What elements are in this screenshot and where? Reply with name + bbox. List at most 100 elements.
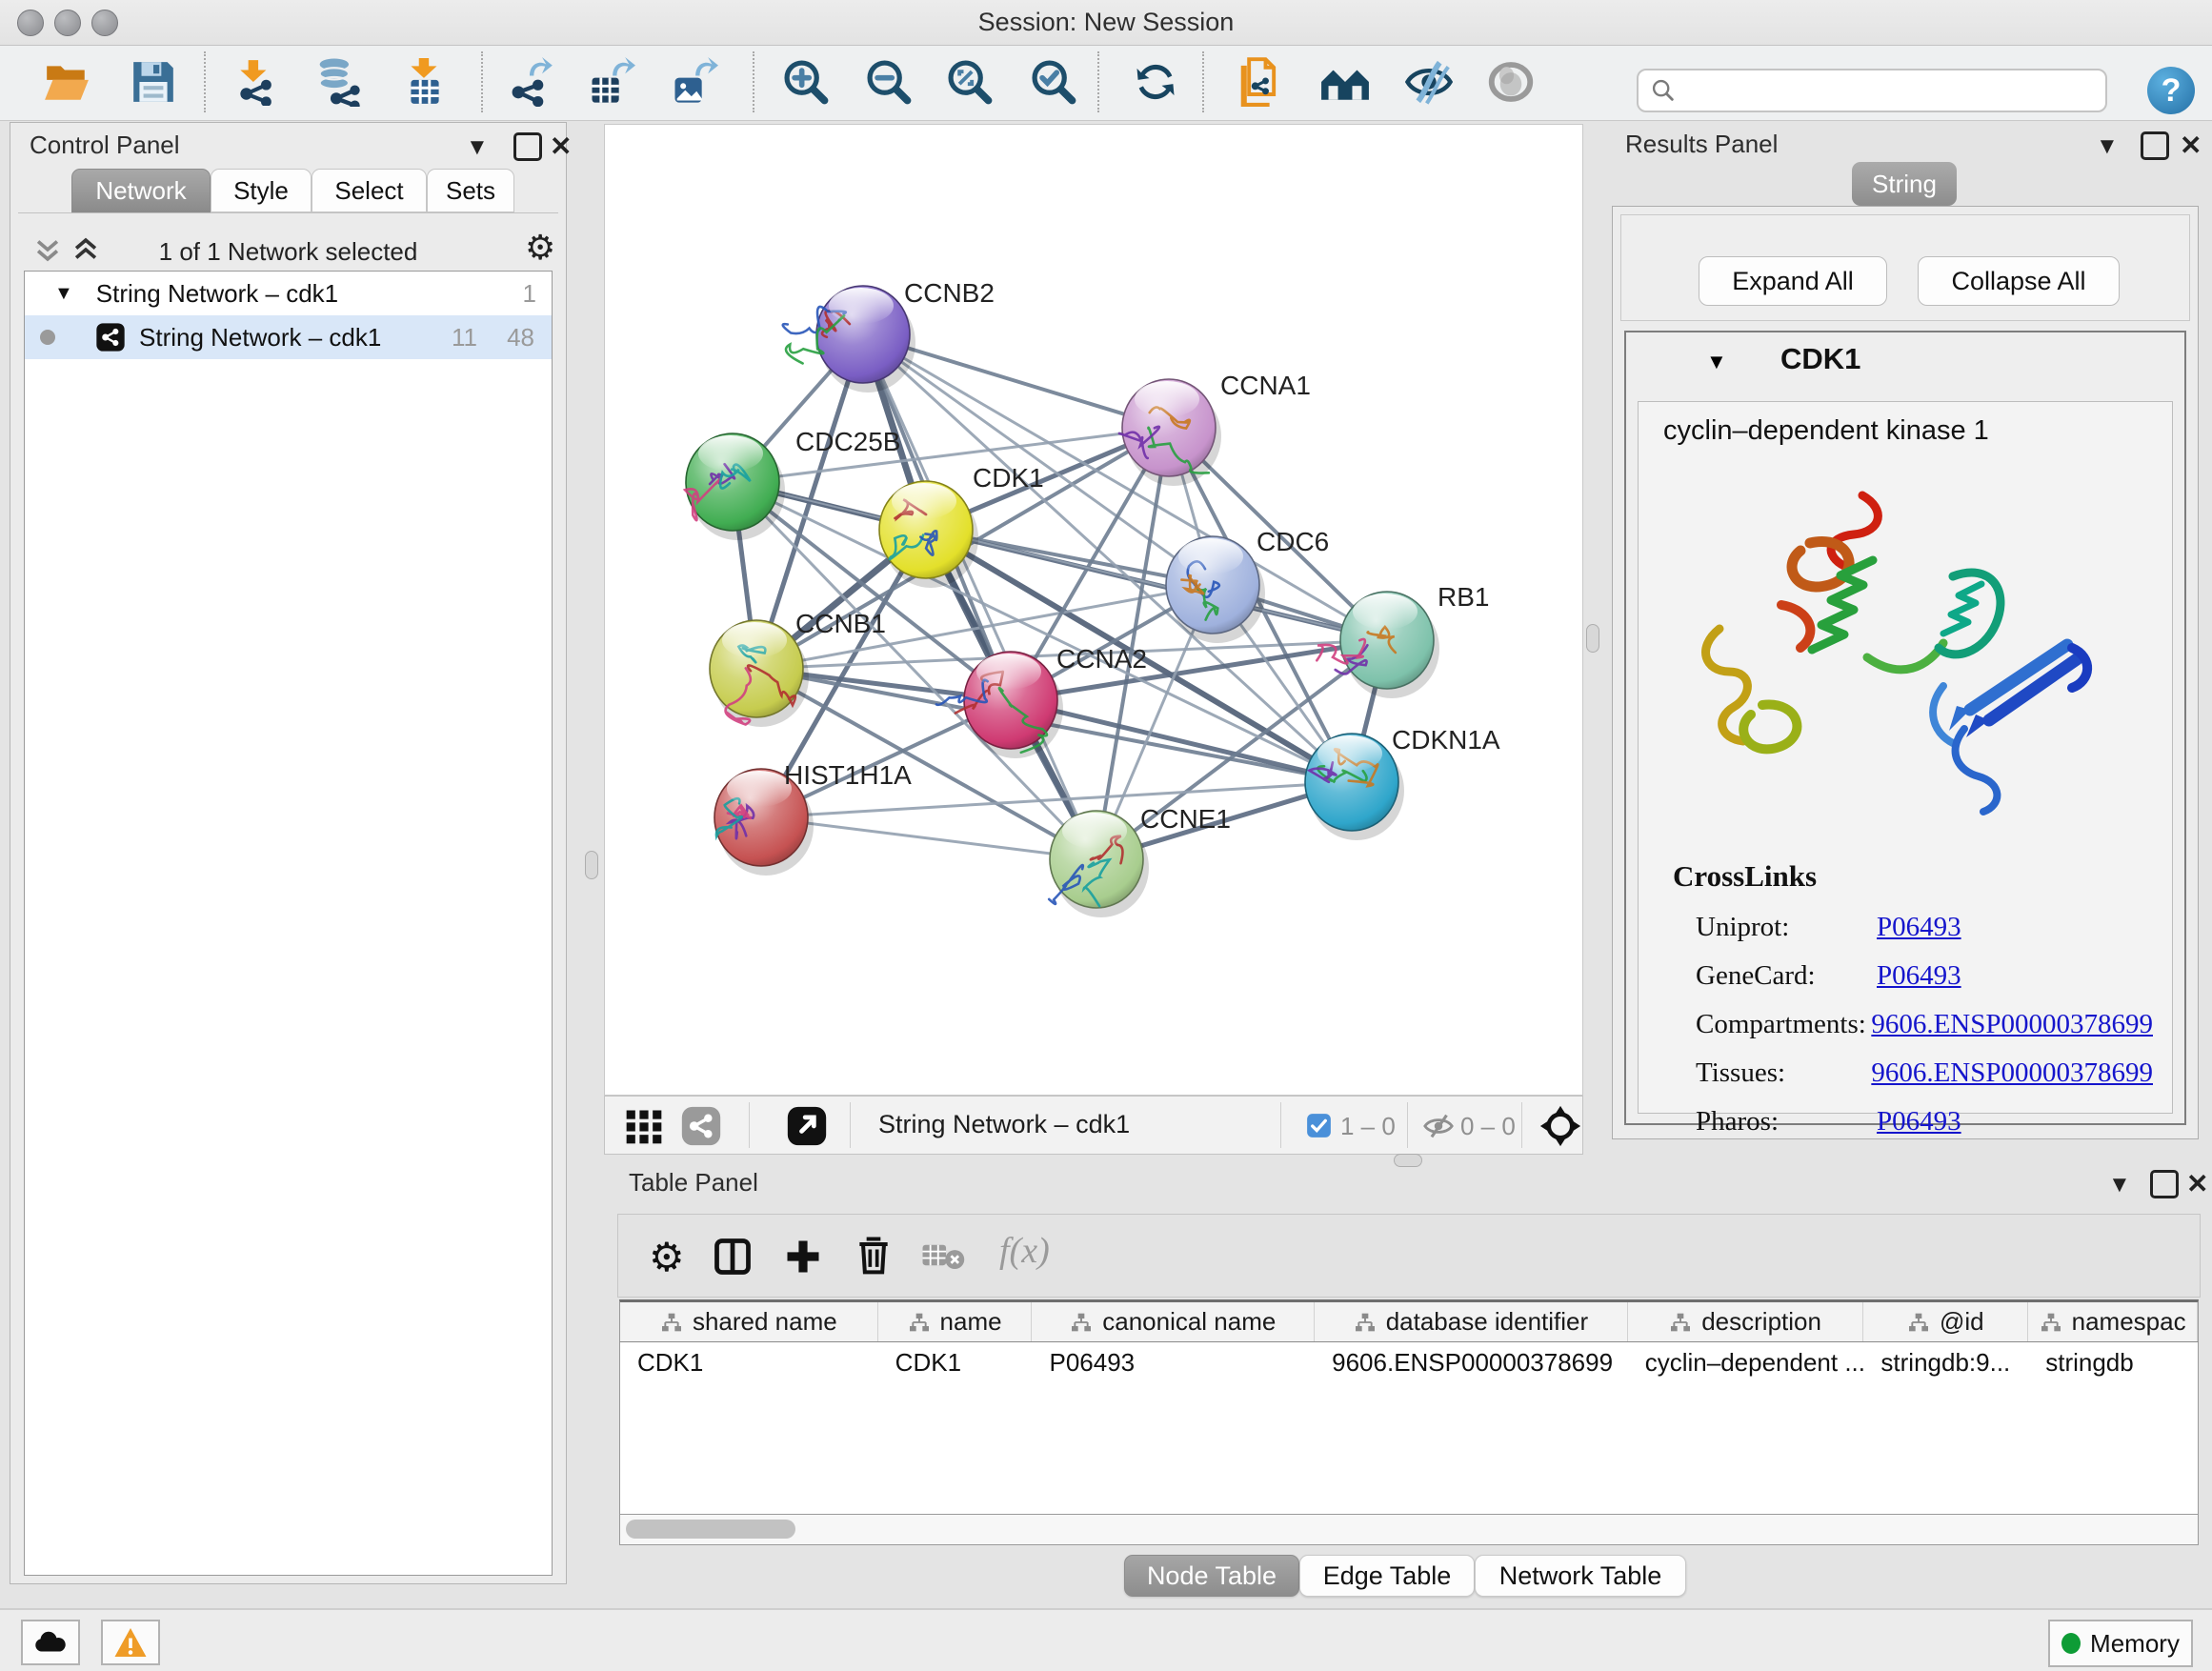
table-cell[interactable]: CDK1 bbox=[620, 1348, 878, 1378]
panel-close-icon[interactable]: ✕ bbox=[2180, 130, 2202, 161]
crosslink-link[interactable]: P06493 bbox=[1877, 960, 1961, 992]
panel-menu-icon[interactable]: ▼ bbox=[2096, 133, 2119, 160]
vertical-splitter-handle[interactable] bbox=[585, 851, 598, 879]
network-node-CDKN1A[interactable] bbox=[1305, 734, 1404, 840]
panel-menu-icon[interactable]: ▼ bbox=[466, 134, 489, 161]
network-status-dot bbox=[40, 330, 55, 345]
zoom-selected-icon[interactable] bbox=[1027, 55, 1080, 109]
import-network-from-database-icon[interactable] bbox=[310, 55, 363, 109]
zoom-fit-icon[interactable] bbox=[943, 55, 996, 109]
entry-gene-symbol: CDK1 bbox=[1780, 342, 1860, 376]
open-session-icon[interactable] bbox=[40, 55, 93, 109]
collection-expand-icon[interactable]: ▼ bbox=[54, 283, 73, 305]
crosslink-link[interactable]: P06493 bbox=[1877, 912, 1961, 943]
share-network-icon[interactable] bbox=[680, 1105, 722, 1147]
column-type-icon bbox=[1070, 1312, 1093, 1333]
table-cell[interactable]: P06493 bbox=[1032, 1348, 1315, 1378]
tab-sets[interactable]: Sets bbox=[427, 169, 514, 212]
network-node-CCNB2[interactable] bbox=[783, 286, 915, 393]
string-home-icon[interactable] bbox=[1318, 55, 1372, 109]
export-table-icon[interactable] bbox=[584, 55, 637, 109]
zoom-in-icon[interactable] bbox=[779, 55, 833, 109]
import-table-from-file-icon[interactable] bbox=[398, 55, 452, 109]
control-panel: Control Panel ▼ ✕ NetworkStyleSelectSets… bbox=[10, 122, 567, 1584]
columns-icon[interactable] bbox=[712, 1236, 754, 1278]
tab-edge-table[interactable]: Edge Table bbox=[1299, 1555, 1475, 1597]
column-header-description[interactable]: description bbox=[1628, 1302, 1864, 1341]
crosslink-link[interactable]: 9606.ENSP00000378699 bbox=[1871, 1057, 2153, 1089]
network-node-CDC25B[interactable] bbox=[685, 433, 785, 540]
network-edge-count: 48 bbox=[507, 323, 534, 352]
network-node-CCNA1[interactable] bbox=[1119, 379, 1221, 486]
delete-table-icon[interactable] bbox=[921, 1241, 965, 1272]
hidden-eye-icon[interactable] bbox=[1422, 1110, 1455, 1142]
table-cell[interactable]: stringdb bbox=[2028, 1348, 2198, 1378]
update-network-icon[interactable] bbox=[1129, 55, 1182, 109]
import-network-from-file-icon[interactable] bbox=[230, 55, 283, 109]
table-cell[interactable]: stringdb:9... bbox=[1863, 1348, 2028, 1378]
network-collection-row[interactable]: ▼ String Network – cdk1 1 bbox=[25, 272, 552, 315]
function-builder-icon[interactable]: f(x) bbox=[999, 1230, 1050, 1272]
entry-collapse-icon[interactable]: ▼ bbox=[1706, 350, 1727, 374]
table-cell[interactable]: cyclin–dependent ... bbox=[1628, 1348, 1864, 1378]
column-header-database-identifier[interactable]: database identifier bbox=[1315, 1302, 1628, 1341]
table-header-row: shared namenamecanonical namedatabase id… bbox=[619, 1299, 2199, 1341]
toolbar-separator bbox=[481, 51, 483, 112]
warnings-button[interactable] bbox=[101, 1620, 160, 1665]
copy-network-icon[interactable] bbox=[1233, 55, 1286, 109]
tab-node-table[interactable]: Node Table bbox=[1124, 1555, 1299, 1597]
crosslink-link[interactable]: 9606.ENSP00000378699 bbox=[1871, 1009, 2153, 1040]
panel-float-icon[interactable] bbox=[2150, 1170, 2179, 1198]
tab-network-table[interactable]: Network Table bbox=[1475, 1555, 1686, 1597]
search-input[interactable] bbox=[1686, 75, 2105, 107]
panel-menu-icon[interactable]: ▼ bbox=[2108, 1172, 2131, 1198]
network-view-canvas[interactable]: CCNB2CCNA1CDC25BCDK1CDC6RB1CCNB1CCNA2CDK… bbox=[604, 124, 1583, 1096]
network-options-gear-icon[interactable]: ⚙ bbox=[525, 228, 555, 268]
horizontal-scrollbar[interactable] bbox=[619, 1515, 2199, 1545]
delete-column-icon[interactable] bbox=[853, 1234, 895, 1276]
tab-style[interactable]: Style bbox=[211, 169, 312, 212]
panel-close-icon[interactable]: ✕ bbox=[550, 131, 572, 162]
table-row[interactable]: CDK1CDK1P064939606.ENSP00000378699cyclin… bbox=[620, 1342, 2198, 1383]
tab-network[interactable]: Network bbox=[71, 169, 211, 212]
table-cell[interactable]: CDK1 bbox=[878, 1348, 1033, 1378]
tab-select[interactable]: Select bbox=[312, 169, 427, 212]
collapse-all-button[interactable]: Collapse All bbox=[1918, 256, 2120, 306]
network-row-selected[interactable]: String Network – cdk1 11 48 bbox=[25, 315, 552, 359]
column-header-@id[interactable]: @id bbox=[1863, 1302, 2028, 1341]
grid-view-icon[interactable] bbox=[623, 1105, 665, 1147]
expand-all-button[interactable]: Expand All bbox=[1699, 256, 1887, 306]
panel-float-icon[interactable] bbox=[2141, 131, 2169, 160]
table-gear-icon[interactable]: ⚙ bbox=[649, 1234, 685, 1280]
selected-checkbox[interactable] bbox=[1306, 1113, 1332, 1138]
network-node-CCNE1[interactable] bbox=[1049, 811, 1149, 917]
move-crosshair-icon[interactable] bbox=[1538, 1104, 1582, 1148]
scrollbar-thumb[interactable] bbox=[626, 1520, 795, 1539]
memory-button[interactable]: Memory bbox=[2048, 1620, 2193, 1667]
show-glass-panel-icon[interactable] bbox=[1484, 55, 1538, 109]
column-header-shared-name[interactable]: shared name bbox=[620, 1302, 878, 1341]
vertical-splitter-handle[interactable] bbox=[1586, 624, 1599, 653]
help-button[interactable]: ? bbox=[2147, 67, 2195, 114]
add-column-icon[interactable] bbox=[782, 1236, 824, 1278]
panel-float-icon[interactable] bbox=[513, 132, 542, 161]
panel-close-icon[interactable]: ✕ bbox=[2186, 1168, 2208, 1199]
column-header-namespac[interactable]: namespac bbox=[2028, 1302, 2198, 1341]
crosslink-link[interactable]: P06493 bbox=[1877, 1106, 1961, 1137]
export-image-icon[interactable] bbox=[667, 55, 720, 109]
table-cell[interactable]: 9606.ENSP00000378699 bbox=[1315, 1348, 1628, 1378]
column-header-name[interactable]: name bbox=[878, 1302, 1033, 1341]
open-in-new-icon[interactable] bbox=[786, 1105, 828, 1147]
hide-glass-panel-icon[interactable] bbox=[1402, 55, 1456, 109]
cloud-button[interactable] bbox=[21, 1620, 80, 1665]
results-tab-string[interactable]: String bbox=[1852, 162, 1957, 206]
string-network-graph[interactable]: CCNB2CCNA1CDC25BCDK1CDC6RB1CCNB1CCNA2CDK… bbox=[605, 125, 1582, 1095]
search-field[interactable] bbox=[1637, 69, 2107, 112]
network-node-RB1[interactable] bbox=[1317, 592, 1439, 698]
zoom-out-icon[interactable] bbox=[862, 55, 915, 109]
save-session-icon[interactable] bbox=[127, 55, 180, 109]
table-body[interactable]: CDK1CDK1P064939606.ENSP00000378699cyclin… bbox=[619, 1341, 2199, 1515]
export-network-icon[interactable] bbox=[503, 55, 556, 109]
column-header-canonical-name[interactable]: canonical name bbox=[1032, 1302, 1315, 1341]
network-node-CDK1[interactable] bbox=[879, 481, 978, 588]
